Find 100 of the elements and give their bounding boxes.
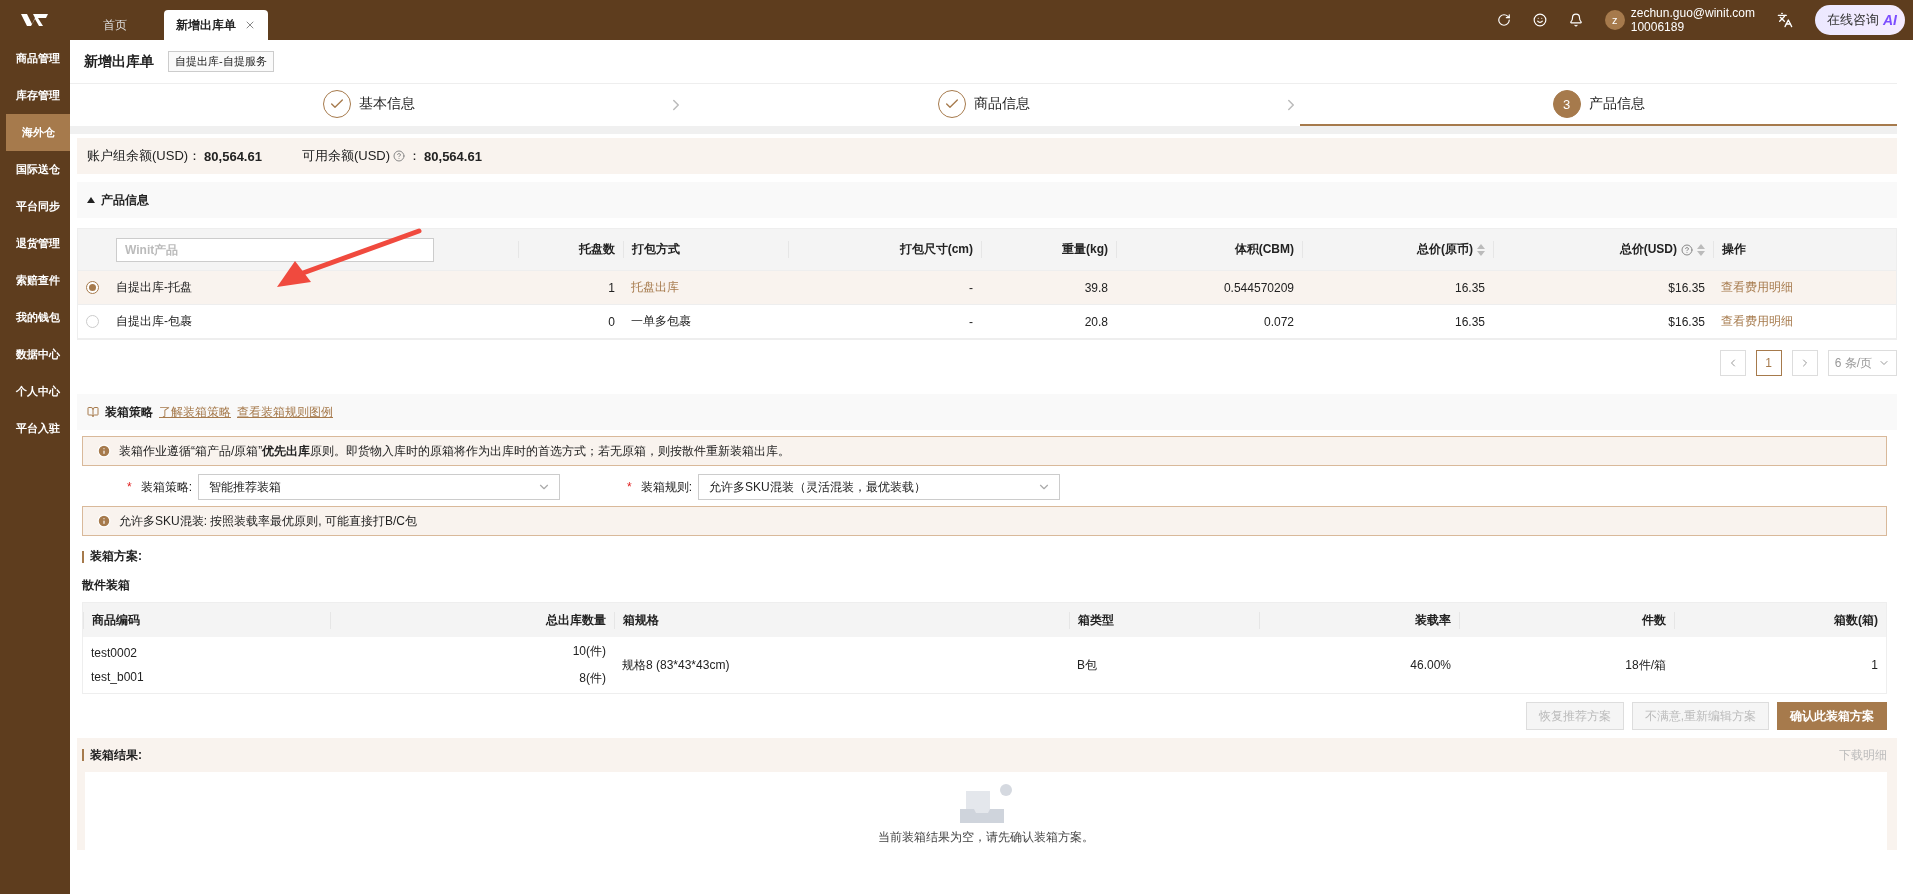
sidebar-item[interactable]: 海外仓: [6, 114, 70, 151]
table-cell-text: $16.35: [1667, 280, 1706, 295]
table-cell-text: 0: [607, 314, 616, 329]
table-cell-text: 托盘出库: [630, 279, 680, 296]
table-cell-text: B包: [1076, 656, 1098, 674]
section-title: 产品信息: [101, 191, 149, 209]
info-icon: [97, 444, 111, 458]
account-balance-value: 80,564.61: [204, 148, 262, 164]
page-title: 新增出库单: [84, 52, 154, 71]
select-field[interactable]: 智能推荐装箱: [198, 474, 560, 500]
account-id: 10006189: [1630, 20, 1686, 34]
column-header: 箱数(箱): [1834, 611, 1878, 629]
fee-detail-link[interactable]: 查看费用明细: [1713, 313, 1896, 330]
table-cell-text: -: [968, 280, 974, 295]
column-header: 打包尺寸(cm): [899, 241, 973, 258]
required-mark: *: [127, 480, 132, 494]
sidebar-item[interactable]: 我的钱包: [6, 299, 70, 336]
user-email: zechun.guo@winit.com: [1630, 6, 1755, 20]
notice-text: 装箱作业遵循“箱产品/原箱”优先出库原则。即货物入库时的原箱将作为出库时的首选方式；若无原箱，则按散件重新装箱出库。: [119, 442, 791, 460]
fee-detail-link[interactable]: 查看费用明细: [1713, 279, 1896, 296]
column-header: 托盘数: [579, 241, 615, 258]
field-label: 装箱策略:: [140, 478, 192, 496]
account-balance-label: 账户组余额(USD)：: [87, 147, 202, 165]
step: 基本信息: [70, 84, 667, 126]
section-title: 装箱策略: [105, 403, 153, 421]
table-cell-text: 16.35: [1453, 314, 1486, 329]
table-cell-text: 10(件): [571, 643, 607, 660]
action-button[interactable]: 确认此装箱方案: [1777, 702, 1887, 730]
refresh-icon[interactable]: [1496, 13, 1511, 27]
column-header: 件数: [1642, 611, 1666, 629]
empty-state-text: 当前装箱结果为空，请先确认装箱方案。: [878, 829, 1094, 846]
table-cell-text: 自提出库-托盘: [115, 279, 193, 296]
table-cell-text: 8(件): [578, 670, 607, 687]
column-header: 商品编码: [92, 611, 140, 629]
column-header: 装载率: [1415, 611, 1451, 629]
sidebar-item[interactable]: 索赔查件: [6, 262, 70, 299]
column-header: 总出库数量: [546, 611, 606, 629]
book-icon: [87, 406, 99, 418]
table-cell-text: 39.8: [1083, 280, 1109, 295]
service-tag: 自提出库-自提服务: [168, 51, 274, 72]
column-header: 总价(原币): [1417, 241, 1473, 258]
column-header: 箱类型: [1078, 611, 1114, 629]
page-tab[interactable]: 首页: [70, 10, 160, 40]
notice-text: 允许多SKU混装: 按照装载率最优原则, 可能直接打B/C包: [119, 512, 417, 530]
available-balance-label: 可用余额(USD): [301, 147, 391, 165]
info-icon: [97, 514, 111, 528]
table-cell-text: 1: [607, 280, 616, 295]
help-link[interactable]: 了解装箱策略: [159, 403, 231, 421]
field-label: 装箱规则:: [640, 478, 692, 496]
table-cell-text: 规格8 (83*43*43cm): [621, 656, 731, 674]
help-icon[interactable]: [1681, 243, 1693, 256]
table-cell-text: 16.35: [1453, 280, 1486, 295]
user-avatar[interactable]: z: [1604, 10, 1625, 30]
product-search-field[interactable]: Winit产品: [116, 237, 434, 262]
logo-icon: [20, 12, 50, 28]
column-header: 操作: [1722, 241, 1746, 258]
column-header: 总价(USD): [1619, 241, 1677, 258]
notification-icon[interactable]: [1568, 13, 1583, 27]
table-cell-text: 自提出库-包裹: [115, 313, 193, 330]
smiley-icon[interactable]: [1532, 13, 1547, 27]
table-cell-text: 18件/箱: [1624, 656, 1667, 674]
column-header: 重量(kg): [1062, 241, 1108, 258]
section-header[interactable]: 产品信息: [77, 182, 1897, 218]
select-field[interactable]: 允许多SKU混装（灵活混装，最优装载）: [698, 474, 1060, 500]
column-header: 箱规格: [623, 611, 659, 629]
sidebar-item[interactable]: 数据中心: [6, 336, 70, 373]
language-icon[interactable]: [1777, 12, 1793, 28]
close-icon[interactable]: [244, 19, 256, 31]
collapse-triangle-icon[interactable]: [87, 197, 95, 203]
colon: ：: [408, 147, 422, 165]
page-tab[interactable]: 新增出库单: [164, 10, 268, 40]
required-mark: *: [627, 480, 632, 494]
subsection-title: 散件装箱: [82, 577, 130, 594]
table-cell-text: $16.35: [1667, 314, 1706, 329]
table-cell-text: 0.072: [1262, 314, 1295, 329]
column-header: 打包方式: [632, 241, 680, 258]
ai-label: AI: [1883, 12, 1897, 28]
sidebar-item[interactable]: 个人中心: [6, 373, 70, 410]
radio-button[interactable]: [86, 281, 99, 294]
radio-button[interactable]: [86, 315, 99, 328]
table-cell-text: 46.00%: [1409, 658, 1452, 672]
table-cell-text: 20.8: [1083, 314, 1109, 329]
sidebar-item[interactable]: 国际送仓: [6, 151, 70, 188]
column-header: 体积(CBM): [1234, 241, 1294, 258]
help-link[interactable]: 查看装箱规则图例: [237, 403, 333, 421]
table-cell-text: 0.544570209: [1222, 280, 1295, 295]
available-balance-value: 80,564.61: [424, 148, 482, 164]
subsection-title: 装箱结果:: [90, 746, 142, 764]
step-circle: 3: [1552, 90, 1581, 118]
sidebar-item[interactable]: 平台入驻: [6, 410, 70, 447]
page-button[interactable]: 1: [1755, 350, 1782, 376]
step: 商品信息: [685, 84, 1282, 126]
sidebar-item[interactable]: 商品管理: [6, 40, 70, 77]
table-cell-text: 1: [1870, 658, 1879, 672]
sidebar-item[interactable]: 库存管理: [6, 77, 70, 114]
sidebar-item[interactable]: 退货管理: [6, 225, 70, 262]
online-consult-button[interactable]: 在线咨询 AI: [1815, 5, 1905, 35]
table-cell-text: -: [968, 314, 974, 329]
sidebar-item[interactable]: 平台同步: [6, 188, 70, 225]
help-icon[interactable]: [393, 150, 406, 162]
